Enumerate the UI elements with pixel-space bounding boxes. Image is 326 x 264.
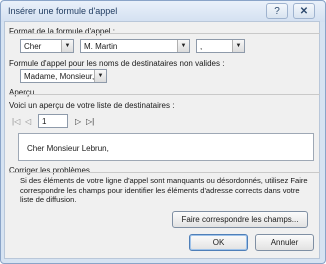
invalid-greeting-value: Madame, Monsieur,: [24, 72, 95, 81]
problems-description: Si des éléments de votre ligne d'appel s…: [20, 176, 308, 204]
greeting-format-label: Format de la formule d'appel :: [9, 27, 119, 36]
last-record-icon[interactable]: ▷|: [86, 117, 94, 126]
title-bar: Insérer une formule d'appel ? ✕: [1, 1, 325, 22]
ok-button[interactable]: OK: [189, 234, 248, 251]
chevron-down-icon[interactable]: ▼: [94, 70, 106, 82]
next-record-icon[interactable]: ▷: [75, 117, 81, 126]
name-format-value: M. Martin: [84, 42, 118, 51]
section-divider: [9, 33, 320, 34]
problems-section-label: Corriger les problèmes: [9, 166, 93, 175]
punctuation-value: ,: [200, 42, 203, 51]
record-number-input[interactable]: 1: [38, 114, 68, 128]
help-icon[interactable]: ?: [266, 3, 288, 19]
first-record-icon[interactable]: |◁: [12, 117, 20, 126]
preview-instruction: Voici un aperçu de votre liste de destin…: [9, 101, 175, 110]
punctuation-dropdown[interactable]: , ▼: [196, 39, 245, 53]
cancel-button[interactable]: Annuler: [255, 234, 314, 251]
preview-section: Aperçu: [9, 88, 320, 99]
chevron-down-icon[interactable]: ▼: [61, 40, 73, 52]
close-icon[interactable]: ✕: [293, 3, 315, 19]
salutation-dropdown[interactable]: Cher ▼: [20, 39, 74, 53]
chevron-down-icon[interactable]: ▼: [232, 40, 244, 52]
invalid-greeting-dropdown[interactable]: Madame, Monsieur, ▼: [20, 69, 107, 83]
previous-record-icon[interactable]: ◁: [25, 117, 31, 126]
greeting-format-section: Format de la formule d'appel :: [9, 27, 320, 38]
invalid-names-label: Formule d'appel pour les noms de destina…: [9, 59, 225, 68]
dialog-title: Insérer une formule d'appel: [8, 6, 118, 16]
chevron-down-icon[interactable]: ▼: [177, 40, 189, 52]
preview-box: Cher Monsieur Lebrun,: [18, 133, 314, 161]
name-format-dropdown[interactable]: M. Martin ▼: [80, 39, 190, 53]
section-divider: [9, 172, 320, 173]
section-divider: [9, 94, 320, 95]
preview-text: Cher Monsieur Lebrun,: [27, 144, 109, 153]
match-fields-button[interactable]: Faire correspondre les champs...: [172, 211, 308, 228]
preview-section-label: Aperçu: [9, 88, 38, 97]
salutation-value: Cher: [24, 42, 42, 51]
